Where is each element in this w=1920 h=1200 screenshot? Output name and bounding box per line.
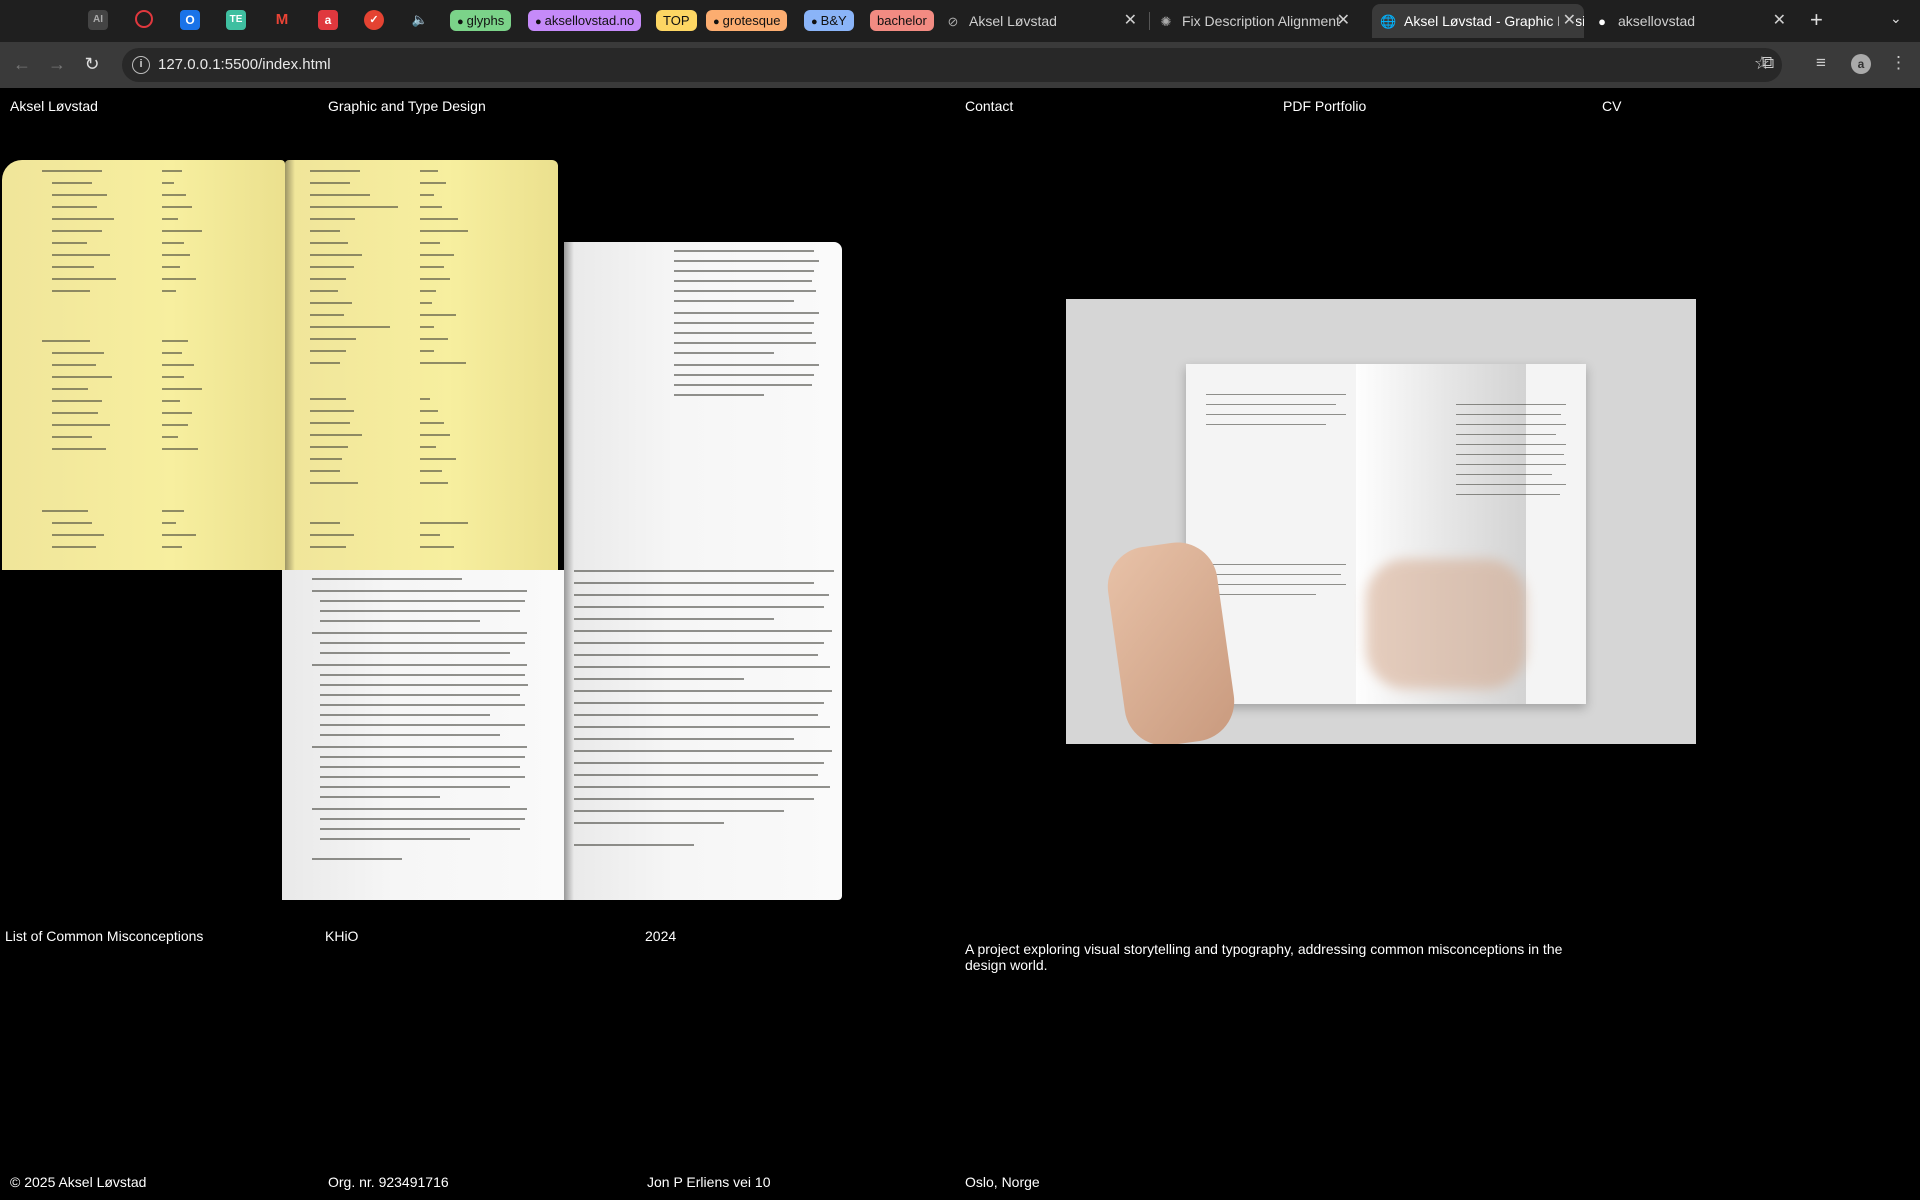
cv-link[interactable]: CV bbox=[1602, 98, 1621, 114]
browser-tab-strip: AI O TE M a ✓ 🔈 ● glyphs ● aksellovstad.no… bbox=[0, 0, 1920, 42]
footer-org-number: Org. nr. 923491716 bbox=[328, 1174, 449, 1190]
forward-button[interactable]: → bbox=[45, 52, 69, 76]
close-icon[interactable]: ✕ bbox=[1337, 4, 1350, 38]
globe-icon: 🌐 bbox=[1380, 14, 1397, 29]
todoist-icon[interactable]: ✓ bbox=[364, 10, 384, 30]
close-icon[interactable]: ✕ bbox=[1124, 4, 1137, 38]
project-year: 2024 bbox=[645, 928, 677, 944]
close-icon[interactable]: ✕ bbox=[1558, 4, 1576, 38]
index-page-right bbox=[285, 160, 558, 570]
profile-avatar[interactable]: a bbox=[1851, 54, 1871, 74]
tab-title: Fix Description Alignment bbox=[1182, 13, 1340, 29]
right-hand-blur bbox=[1366, 559, 1526, 689]
menu-icon[interactable]: ⋮ bbox=[1890, 53, 1907, 73]
pdf-portfolio-link[interactable]: PDF Portfolio bbox=[1283, 98, 1366, 114]
extensions-icon[interactable]: ⧉ bbox=[1762, 53, 1774, 73]
text-page-right bbox=[564, 242, 842, 900]
tab-graphic-design[interactable]: 🌐 Aksel Løvstad - Graphic Design ✕ bbox=[1372, 4, 1584, 38]
github-icon: ● bbox=[713, 16, 720, 28]
tab-group-bachelor[interactable]: bachelor bbox=[870, 10, 934, 31]
github-icon: ● bbox=[457, 16, 464, 28]
url-text[interactable]: 127.0.0.1:5500/index.html bbox=[158, 48, 331, 82]
audio-icon[interactable]: 🔈 bbox=[410, 10, 430, 30]
github-icon: ● bbox=[811, 16, 818, 28]
tab-group-label: grotesque bbox=[722, 13, 781, 28]
contact-link[interactable]: Contact bbox=[965, 98, 1013, 114]
chevron-down-icon[interactable]: ⌄ bbox=[1890, 10, 1902, 27]
tab-title: Aksel Løvstad bbox=[969, 13, 1057, 29]
project-description: A project exploring visual storytelling … bbox=[965, 941, 1563, 973]
tab-fix-description[interactable]: ✺ Fix Description Alignment ✕ bbox=[1158, 4, 1358, 38]
address-bar[interactable]: i 127.0.0.1:5500/index.html ☆ bbox=[122, 48, 1782, 82]
book-flip-photo[interactable] bbox=[1066, 299, 1696, 744]
ai-icon[interactable]: AI bbox=[88, 10, 108, 30]
tab-group-label: B&Y bbox=[820, 13, 847, 28]
media-control-icon[interactable]: ≡ bbox=[1816, 53, 1826, 73]
index-page-left bbox=[2, 160, 285, 570]
tab-group-top[interactable]: TOP bbox=[656, 10, 697, 31]
back-button[interactable]: ← bbox=[10, 52, 34, 76]
tab-group-label: bachelor bbox=[877, 13, 927, 28]
tab-group-label: glyphs bbox=[466, 13, 505, 28]
tab-aksel-lovstad[interactable]: ⊘ Aksel Løvstad ✕ bbox=[945, 4, 1145, 38]
tab-group-label: TOP bbox=[663, 13, 690, 28]
tab-title: Aksel Løvstad - Graphic Design bbox=[1404, 13, 1584, 29]
tab-group-grotesque[interactable]: ● grotesque bbox=[706, 10, 788, 31]
footer-copyright: © 2025 Aksel Løvstad bbox=[10, 1174, 147, 1190]
site-icon: ⊘ bbox=[947, 14, 959, 29]
outlook-icon[interactable]: O bbox=[180, 10, 200, 30]
portfolio-page: Aksel Løvstad Graphic and Type Design Co… bbox=[0, 88, 1920, 1200]
project-school: KHiO bbox=[325, 928, 359, 944]
github-icon: ● bbox=[535, 16, 542, 28]
new-tab-button[interactable]: + bbox=[1810, 8, 1823, 32]
opera-icon[interactable] bbox=[135, 10, 153, 28]
info-icon[interactable]: i bbox=[132, 56, 150, 74]
browser-toolbar: ← → ↻ i 127.0.0.1:5500/index.html ☆ ⧉ ≡ … bbox=[0, 42, 1920, 88]
tab-github[interactable]: ● aksellovstad ✕ bbox=[1594, 4, 1794, 38]
footer-city: Oslo, Norge bbox=[965, 1174, 1040, 1190]
chatgpt-icon: ✺ bbox=[1160, 14, 1172, 29]
site-tagline: Graphic and Type Design bbox=[328, 98, 486, 114]
tab-group-label: aksellovstad.no bbox=[544, 13, 635, 28]
book-spread-photo[interactable] bbox=[0, 160, 845, 995]
tab-group-by[interactable]: ● B&Y bbox=[804, 10, 854, 31]
github-icon: ● bbox=[1598, 14, 1606, 29]
tab-title: aksellovstad bbox=[1618, 13, 1696, 29]
site-name[interactable]: Aksel Løvstad bbox=[10, 98, 98, 114]
app-icon[interactable]: a bbox=[318, 10, 338, 30]
reload-button[interactable]: ↻ bbox=[80, 52, 104, 76]
tab-group-glyphs[interactable]: ● glyphs bbox=[450, 10, 512, 31]
tab-group-aksellovstad[interactable]: ● aksellovstad.no bbox=[528, 10, 642, 31]
te-icon[interactable]: TE bbox=[226, 10, 246, 30]
project-title: List of Common Misconceptions bbox=[5, 928, 204, 944]
text-page-left bbox=[282, 570, 564, 900]
footer-address: Jon P Erliens vei 10 bbox=[647, 1174, 771, 1190]
gmail-icon[interactable]: M bbox=[272, 10, 292, 30]
close-icon[interactable]: ✕ bbox=[1773, 4, 1786, 38]
tab-separator bbox=[1149, 12, 1150, 30]
